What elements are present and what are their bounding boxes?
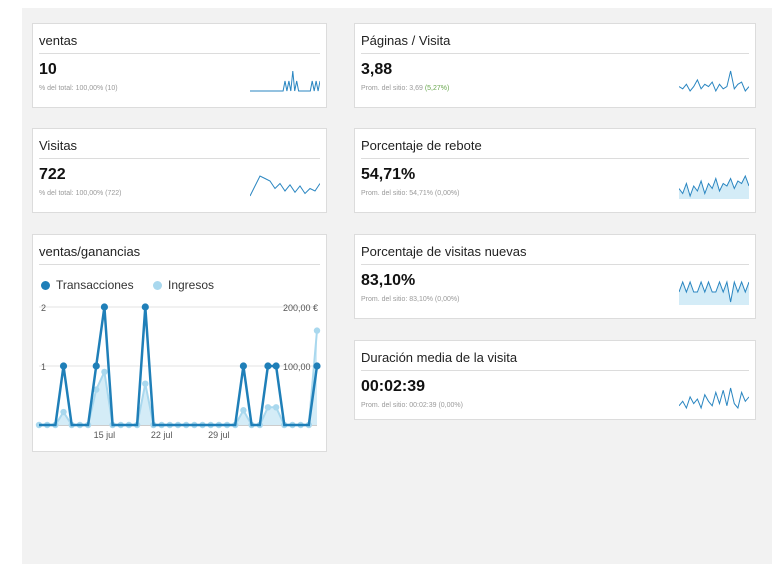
subtext-prefix: Prom. del sitio: xyxy=(361,402,410,409)
transacciones-point[interactable] xyxy=(141,303,149,311)
sparkline-line xyxy=(250,70,320,92)
divider xyxy=(39,158,320,159)
divider xyxy=(39,53,320,54)
ingresos-point[interactable] xyxy=(240,407,247,414)
metric-subtext: % del total: 100,00% (722) xyxy=(39,190,122,197)
subtext-value: 00:02:39 (0,00%) xyxy=(409,402,463,409)
ingresos-point[interactable] xyxy=(142,380,149,387)
metric-subtext: % del total: 100,00% (10) xyxy=(39,85,118,92)
widget-visitas-nuevas[interactable]: Porcentaje de visitas nuevas 83,10% Prom… xyxy=(354,234,756,319)
widget-title: Porcentaje de rebote xyxy=(361,138,482,153)
metric-value: 83,10% xyxy=(361,272,416,289)
widget-title: Duración media de la visita xyxy=(361,350,518,365)
ingresos-point[interactable] xyxy=(272,404,280,411)
transacciones-point[interactable] xyxy=(59,362,68,370)
ingresos-area xyxy=(39,330,317,425)
subtext-value: 54,71% (0,00%) xyxy=(409,190,460,197)
x-tick-label: 15 jul xyxy=(94,430,116,440)
divider xyxy=(361,158,749,159)
ingresos-point[interactable] xyxy=(60,408,67,416)
widget-title: Porcentaje de visitas nuevas xyxy=(361,244,527,259)
subtext-value: 83,10% (0,00%) xyxy=(409,296,460,303)
subtext-prefix: % del total: xyxy=(39,190,76,197)
y-right-tick-label: 200,00 € xyxy=(283,303,318,313)
widget-duracion-media[interactable]: Duración media de la visita 00:02:39 Pro… xyxy=(354,340,756,420)
metric-subtext: Prom. del sitio: 3,69 (5,27%) xyxy=(361,85,449,92)
metric-value: 10 xyxy=(39,61,57,78)
sparkline-line xyxy=(250,175,320,197)
widget-visitas[interactable]: Visitas 722 % del total: 100,00% (722) xyxy=(32,128,327,213)
sparkline-nuevas xyxy=(679,280,749,305)
dashboard-canvas: ventas 10 % del total: 100,00% (10) Visi… xyxy=(22,8,772,564)
widget-porcentaje-rebote[interactable]: Porcentaje de rebote 54,71% Prom. del si… xyxy=(354,128,756,213)
sparkline-duracion xyxy=(679,387,749,410)
widget-title: ventas xyxy=(39,33,78,48)
sparkline-rebote xyxy=(679,174,749,199)
combo-chart: 21200,00 €100,00 €15 jul 22 jul 29 jul xyxy=(35,303,321,440)
x-tick-label: 29 jul xyxy=(208,430,230,440)
metric-subtext: Prom. del sitio: 54,71% (0,00%) xyxy=(361,190,459,197)
metric-value: 54,71% xyxy=(361,166,416,183)
subtext-value: 100,00% (722) xyxy=(75,190,122,197)
sparkline-ventas xyxy=(250,70,320,92)
y-left-tick-label: 2 xyxy=(41,303,46,313)
divider xyxy=(361,53,749,54)
sparkline-line xyxy=(679,70,749,93)
widget-title: Visitas xyxy=(39,138,78,153)
ingresos-point[interactable] xyxy=(313,327,321,334)
subtext-value: 100,00% (10) xyxy=(75,85,118,92)
transacciones-point[interactable] xyxy=(264,362,272,370)
subtext-prefix: Prom. del sitio: xyxy=(361,190,410,197)
subtext-prefix: Prom. del sitio: xyxy=(361,296,410,303)
ingresos-point[interactable] xyxy=(101,368,108,376)
sparkline-line xyxy=(679,387,749,410)
widget-ventas-ganancias[interactable]: ventas/ganancias Transacciones Ingresos … xyxy=(32,234,327,452)
metric-value: 00:02:39 xyxy=(361,378,426,395)
transacciones-point[interactable] xyxy=(272,362,280,370)
transacciones-point[interactable] xyxy=(313,362,321,370)
sparkline-visitas xyxy=(250,175,320,197)
subtext-change: (5,27%) xyxy=(424,85,450,92)
sparkline-area xyxy=(679,282,749,305)
subtext-prefix: % del total: xyxy=(39,85,76,92)
ingresos-point[interactable] xyxy=(264,404,272,411)
metric-value: 722 xyxy=(39,166,66,183)
widget-title: Páginas / Visita xyxy=(361,33,451,48)
metric-subtext: Prom. del sitio: 83,10% (0,00%) xyxy=(361,296,459,303)
y-left-tick-label: 1 xyxy=(41,362,46,372)
x-tick-label: 22 jul xyxy=(151,430,173,440)
transacciones-point[interactable] xyxy=(239,362,248,370)
sparkline-paginas xyxy=(679,70,749,93)
metric-subtext: Prom. del sitio: 00:02:39 (0,00%) xyxy=(361,402,463,409)
subtext-prefix: Prom. del sitio: xyxy=(361,85,410,92)
transacciones-point[interactable] xyxy=(92,362,100,370)
subtext-value: 3,69 xyxy=(409,85,425,92)
divider xyxy=(361,264,749,265)
metric-value: 3,88 xyxy=(361,61,393,78)
divider xyxy=(361,370,749,371)
transacciones-point[interactable] xyxy=(100,303,109,311)
widget-paginas-visita[interactable]: Páginas / Visita 3,88 Prom. del sitio: 3… xyxy=(354,23,756,108)
widget-ventas[interactable]: ventas 10 % del total: 100,00% (10) xyxy=(32,23,327,108)
